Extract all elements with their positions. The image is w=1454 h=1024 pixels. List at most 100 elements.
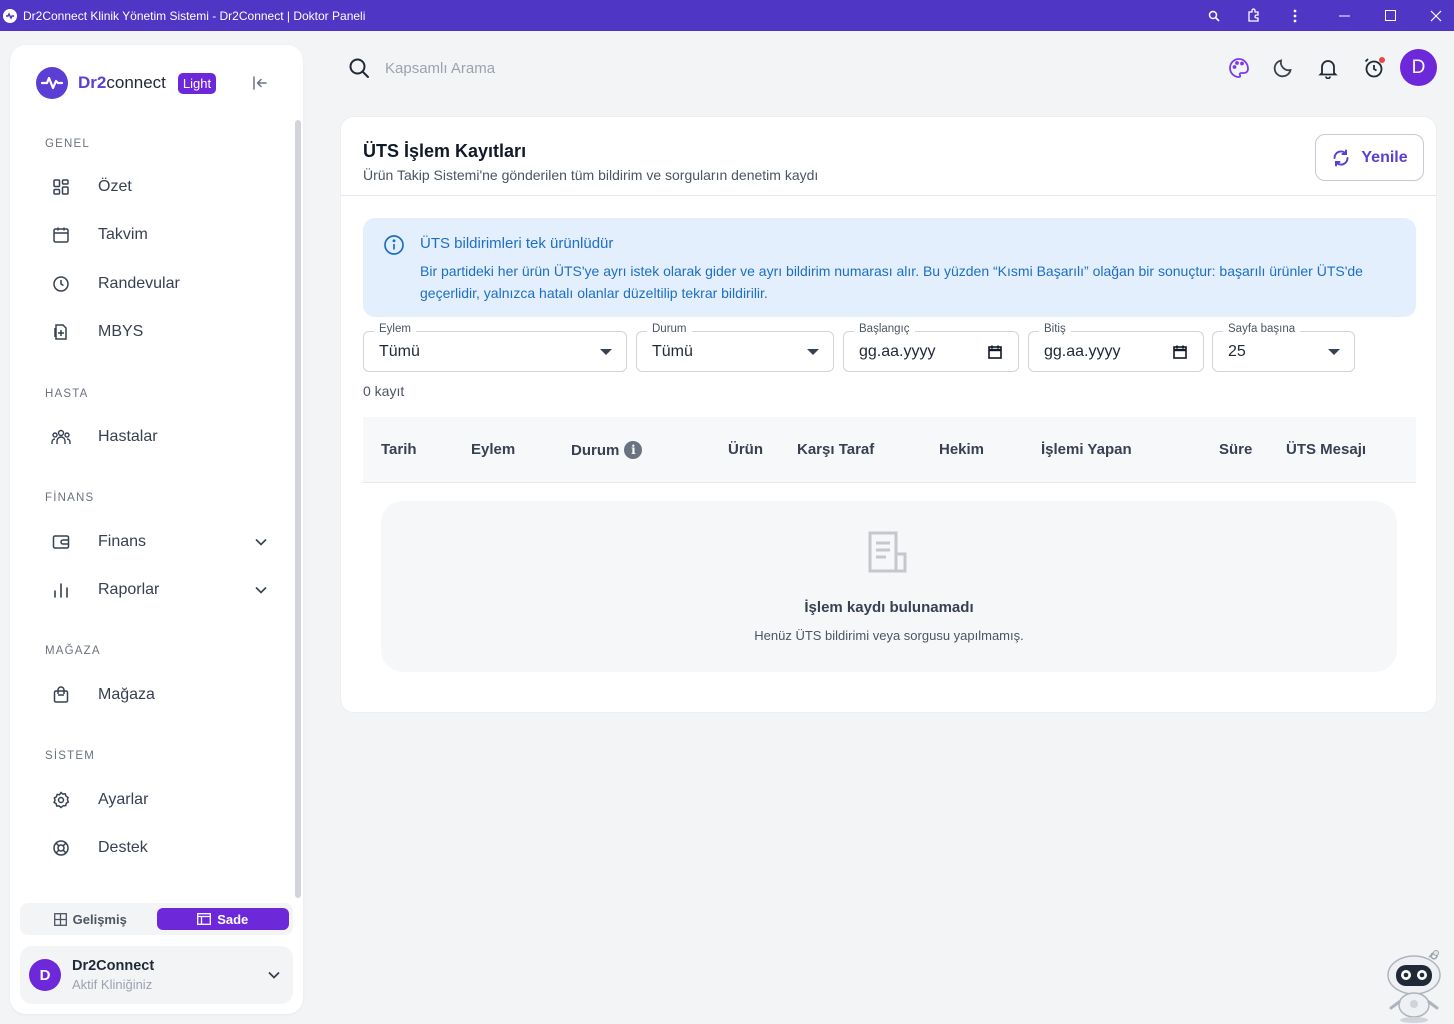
chevron-down-icon [265, 966, 283, 984]
status-select-value: Tümü [652, 343, 693, 360]
sidebar-item-ozet[interactable]: Özet [40, 169, 270, 205]
column-header-eylem[interactable]: Eylem [471, 441, 515, 458]
maximize-button[interactable] [1378, 0, 1402, 31]
status-select-label: Durum [647, 323, 692, 335]
palette-icon[interactable] [1226, 55, 1252, 81]
column-header-karsi-taraf[interactable]: Karşı Taraf [797, 441, 874, 458]
clock-icon [50, 273, 72, 295]
clinic-selector[interactable]: D Dr2Connect Aktif Kliniğiniz [20, 946, 293, 1004]
sidebar-item-hastalar[interactable]: Hastalar [40, 419, 270, 455]
mode-simple-button[interactable]: Sade [156, 908, 289, 930]
section-title-magaza: MAĞAZA [45, 645, 101, 657]
alarm-clock-icon[interactable] [1361, 55, 1387, 81]
document-icon [865, 529, 913, 577]
moon-icon[interactable] [1270, 55, 1296, 81]
column-header-urun[interactable]: Ürün [728, 441, 763, 458]
record-count: 0 kayıt [363, 383, 405, 399]
calendar-icon[interactable] [986, 343, 1004, 361]
sidebar-item-raporlar[interactable]: Raporlar [40, 572, 270, 608]
column-header-sure[interactable]: Süre [1219, 441, 1252, 458]
caret-down-icon [1328, 349, 1340, 355]
brand[interactable]: Dr2connect Light [36, 67, 217, 99]
column-label: ÜTS Mesajı [1286, 441, 1367, 458]
mode-simple-label: Sade [217, 911, 249, 927]
sidebar-item-takvim[interactable]: Takvim [40, 217, 270, 253]
mode-advanced-button[interactable]: Gelişmiş [24, 908, 157, 930]
sidebar-item-label: Hastalar [98, 428, 158, 445]
divider [341, 195, 1436, 196]
column-label: Süre [1219, 441, 1253, 458]
end-date-value: gg.aa.yyyy [1044, 343, 1121, 360]
column-label: Durum [571, 441, 620, 459]
per-page-label: Sayfa başına [1223, 323, 1301, 335]
bar-chart-icon [50, 579, 72, 601]
action-select-value: Tümü [379, 343, 420, 360]
page-title: ÜTS İşlem Kayıtları [363, 141, 527, 161]
window-titlebar: Dr2Connect Klinik Yönetim Sistemi - Dr2C… [0, 0, 1454, 31]
dashboard-icon [50, 176, 72, 198]
collapse-sidebar-icon[interactable] [250, 73, 270, 93]
section-title-finans: FİNANS [45, 492, 95, 504]
app-icon [3, 8, 17, 23]
info-icon[interactable]: i [624, 441, 643, 459]
brand-logo-icon [36, 67, 68, 99]
brand-badge: Light [177, 72, 217, 94]
column-header-islemi-yapan[interactable]: İşlemi Yapan [1041, 441, 1132, 458]
info-title: ÜTS bildirimleri tek ürünlüdür [420, 235, 614, 252]
column-label: Hekim [939, 441, 985, 458]
refresh-button[interactable]: Yenile [1315, 134, 1424, 181]
chevron-down-icon[interactable] [252, 533, 270, 551]
sidebar-scrollbar[interactable] [295, 120, 301, 898]
table-header: Tarih Eylem Durum i Ürün Karşı Taraf Heki… [363, 417, 1416, 483]
page-subtitle: Ürün Takip Sistemi'ne gönderilen tüm bil… [363, 167, 819, 183]
per-page-select[interactable]: Sayfa başına 25 [1212, 323, 1355, 372]
wallet-icon [50, 531, 72, 553]
calendar-icon[interactable] [1171, 343, 1189, 361]
caret-down-icon [807, 349, 819, 355]
uts-records-card: ÜTS İşlem Kayıtları Ürün Takip Sistemi'n… [340, 116, 1437, 713]
end-date-field[interactable]: Bitiş gg.aa.yyyy [1028, 323, 1204, 372]
sidebar-item-finans[interactable]: Finans [40, 524, 270, 560]
close-button[interactable] [1424, 0, 1448, 31]
info-body: Bir partideki her ürün ÜTS'ye ayrı istek… [420, 263, 1363, 301]
minimize-button[interactable] [1332, 0, 1356, 31]
sidebar-item-mbys[interactable]: MBYS [40, 314, 270, 350]
start-date-field[interactable]: Başlangıç gg.aa.yyyy [843, 323, 1019, 372]
empty-subtitle: Henüz ÜTS bildirimi veya sorgusu yapılma… [754, 628, 1024, 643]
sidebar-item-destek[interactable]: Destek [40, 830, 270, 866]
search-input[interactable] [385, 54, 685, 82]
settings-icon [50, 789, 72, 811]
sidebar-item-label: Randevular [98, 275, 180, 292]
user-avatar[interactable]: D [1400, 49, 1437, 86]
column-label: Eylem [471, 441, 516, 458]
sidebar-item-randevular[interactable]: Randevular [40, 266, 270, 302]
column-header-hekim[interactable]: Hekim [939, 441, 984, 458]
column-header-uts-mesaji[interactable]: ÜTS Mesajı [1286, 441, 1366, 458]
sidebar-item-label: Destek [98, 839, 148, 856]
status-select[interactable]: Durum Tümü [636, 323, 834, 372]
sidebar-item-label: Takvim [98, 226, 148, 243]
brand-name: Dr2connect [78, 73, 166, 92]
chevron-down-icon[interactable] [252, 581, 270, 599]
section-title-sistem: SİSTEM [45, 750, 96, 762]
start-date-value: gg.aa.yyyy [859, 343, 936, 360]
lifebuoy-icon [50, 837, 72, 859]
action-select[interactable]: Eylem Tümü [363, 323, 627, 372]
caret-down-icon [600, 349, 612, 355]
empty-title: İşlem kaydı bulunamadı [804, 599, 974, 616]
refresh-icon [1333, 149, 1349, 166]
extensions-icon[interactable] [1243, 0, 1265, 31]
window-title: Dr2Connect Klinik Yönetim Sistemi - Dr2C… [23, 8, 366, 23]
grid-icon [53, 912, 67, 926]
menu-icon[interactable] [1285, 0, 1305, 31]
sidebar-item-ayarlar[interactable]: Ayarlar [40, 782, 270, 818]
refresh-label: Yenile [1361, 148, 1408, 166]
sidebar-item-label: Raporlar [98, 581, 160, 598]
search-icon[interactable] [347, 56, 371, 80]
column-header-durum[interactable]: Durum i [571, 441, 643, 459]
assistant-robot-icon[interactable] [1383, 947, 1445, 1024]
bell-icon[interactable] [1315, 55, 1341, 81]
zoom-icon[interactable] [1203, 0, 1225, 31]
column-header-tarih[interactable]: Tarih [381, 441, 417, 458]
sidebar-item-magaza[interactable]: Mağaza [40, 677, 270, 713]
